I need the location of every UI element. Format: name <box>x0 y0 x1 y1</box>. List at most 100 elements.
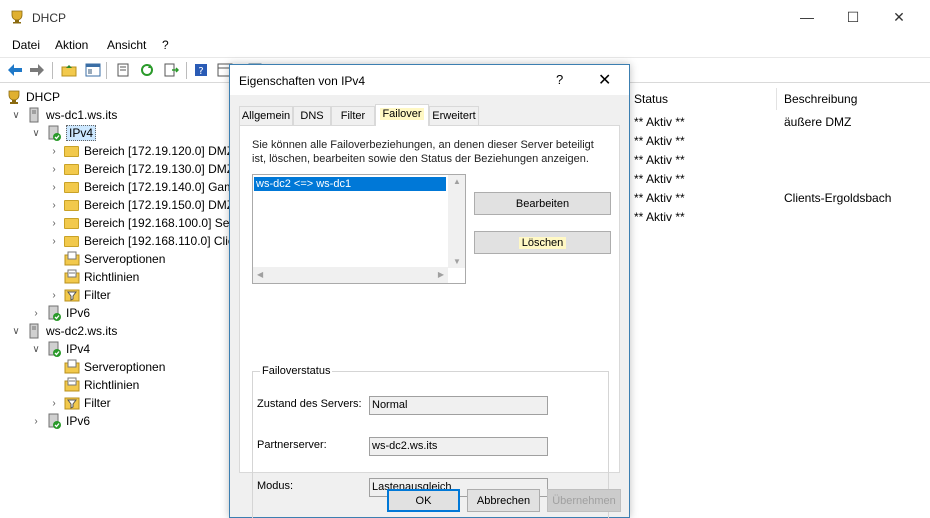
close-window-button[interactable]: ✕ <box>876 0 922 34</box>
tree-ipv4-ws-dc2[interactable]: ∨ IPv4 <box>30 340 90 358</box>
ipv4-status-icon <box>46 125 62 141</box>
partner-server-field: ws-dc2.ws.its <box>369 437 548 456</box>
list-cell-status[interactable]: ** Aktiv ** <box>634 210 685 224</box>
expand-icon[interactable]: › <box>30 416 42 427</box>
expand-icon[interactable]: › <box>48 236 60 247</box>
collapse-icon[interactable]: ∨ <box>30 344 42 355</box>
scroll-right-icon[interactable]: ▶ <box>438 270 444 279</box>
menu-help[interactable]: ? <box>162 38 169 52</box>
tree-label: IPv4 <box>66 342 91 356</box>
ipv4-status-icon <box>46 341 62 357</box>
tab-filter[interactable]: Filter <box>331 106 375 125</box>
collapse-icon[interactable]: ∨ <box>10 326 22 337</box>
tree-root-dhcp[interactable]: DHCP <box>6 88 60 106</box>
policies-icon <box>64 377 80 393</box>
tree-scope-4[interactable]: › Bereich [172.19.150.0] DMZ <box>48 196 234 214</box>
expand-icon[interactable]: › <box>48 164 60 175</box>
ipv6-status-icon <box>46 305 62 321</box>
ok-button[interactable]: OK <box>387 489 460 512</box>
column-header-description[interactable]: Beschreibung <box>784 92 857 106</box>
ipv4-properties-dialog: Eigenschaften von IPv4 ? ✕ Allgemein DNS… <box>229 64 630 518</box>
failover-status-group-label: Failoverstatus <box>260 365 333 377</box>
collapse-icon[interactable]: ∨ <box>10 110 22 121</box>
help-button[interactable]: ? <box>192 61 210 79</box>
tree-scope-3[interactable]: › Bereich [172.19.140.0] Game <box>48 178 241 196</box>
tree-ipv6-ws-dc1[interactable]: › IPv6 <box>30 304 90 322</box>
dialog-close-button[interactable]: ✕ <box>598 70 611 90</box>
console-tree-icon <box>85 63 101 77</box>
menu-datei[interactable]: Datei <box>12 38 40 52</box>
tree-policies-1[interactable]: Richtlinien <box>64 268 139 286</box>
tree-serveroptions-2[interactable]: Serveroptionen <box>64 358 165 376</box>
dialog-help-button[interactable]: ? <box>556 72 563 87</box>
tree-label: Bereich [172.19.140.0] Game <box>84 180 241 194</box>
export-button[interactable] <box>162 61 180 79</box>
column-header-status[interactable]: Status <box>634 92 668 106</box>
tree-serveroptions-1[interactable]: Serveroptionen <box>64 250 165 268</box>
horizontal-scrollbar[interactable]: ◀ ▶ <box>253 267 448 283</box>
tree-label: Richtlinien <box>84 270 140 284</box>
tree-ipv6-ws-dc2[interactable]: › IPv6 <box>30 412 90 430</box>
server-state-label: Zustand des Servers: <box>257 398 362 410</box>
help-icon: ? <box>195 64 207 77</box>
back-button[interactable] <box>6 61 24 79</box>
minimize-button[interactable]: — <box>784 0 830 34</box>
expand-icon[interactable]: › <box>48 290 60 301</box>
properties-button[interactable] <box>114 61 132 79</box>
apply-button[interactable]: Übernehmen <box>547 489 621 512</box>
expand-icon[interactable]: › <box>48 398 60 409</box>
expand-icon[interactable]: › <box>30 308 42 319</box>
tree-label: Bereich [172.19.150.0] DMZ <box>84 198 235 212</box>
tree-policies-2[interactable]: Richtlinien <box>64 376 139 394</box>
tab-failover[interactable]: Failover <box>375 104 429 126</box>
relationship-listbox[interactable]: ws-dc2 <=> ws-dc1 ▲ ▼ ◀ ▶ <box>252 174 466 284</box>
list-cell-status[interactable]: ** Aktiv ** <box>634 191 685 205</box>
collapse-icon[interactable]: ∨ <box>30 128 42 139</box>
cancel-button[interactable]: Abbrechen <box>467 489 540 512</box>
menu-aktion[interactable]: Aktion <box>55 38 88 52</box>
tree-scope-6[interactable]: › Bereich [192.168.110.0] Clie <box>48 232 234 250</box>
tab-allgemein[interactable]: Allgemein <box>239 106 293 125</box>
expand-icon[interactable]: › <box>48 182 60 193</box>
filter-icon <box>64 395 80 411</box>
delete-button[interactable]: Löschen <box>474 231 611 254</box>
ipv6-status-icon <box>46 413 62 429</box>
failover-description: Sie können alle Failoverbeziehungen, an … <box>252 139 594 165</box>
expand-icon[interactable]: › <box>48 200 60 211</box>
tree-filter-2[interactable]: › Filter <box>48 394 110 412</box>
menu-ansicht[interactable]: Ansicht <box>107 38 146 52</box>
tree-server-ws-dc2[interactable]: ∨ ws-dc2.ws.its <box>10 322 117 340</box>
tree-scope-1[interactable]: › Bereich [172.19.120.0] DMZ <box>48 142 234 160</box>
menu-bar: Datei Aktion Ansicht ? <box>0 34 930 56</box>
show-hide-tree-button[interactable] <box>84 61 102 79</box>
forward-button[interactable] <box>28 61 46 79</box>
list-cell-status[interactable]: ** Aktiv ** <box>634 115 685 129</box>
tree-scope-5[interactable]: › Bereich [192.168.100.0] Serv <box>48 214 239 232</box>
tree-server-ws-dc1[interactable]: ∨ ws-dc1.ws.its <box>10 106 117 124</box>
tree-label: Bereich [172.19.120.0] DMZ <box>84 144 235 158</box>
maximize-button[interactable]: ☐ <box>830 0 876 34</box>
folder-icon <box>64 143 80 159</box>
mode-label: Modus: <box>257 480 294 492</box>
forward-arrow-icon <box>30 64 44 76</box>
list-cell-status[interactable]: ** Aktiv ** <box>634 134 685 148</box>
scroll-up-icon[interactable]: ▲ <box>453 177 461 186</box>
relationship-item[interactable]: ws-dc2 <=> ws-dc1 <box>254 177 446 191</box>
tree-scope-2[interactable]: › Bereich [172.19.130.0] DMZ <box>48 160 234 178</box>
scroll-left-icon[interactable]: ◀ <box>257 270 263 279</box>
window-titlebar: DHCP — ☐ ✕ <box>0 0 930 34</box>
expand-icon[interactable]: › <box>48 146 60 157</box>
refresh-button[interactable] <box>138 61 156 79</box>
edit-button[interactable]: Bearbeiten <box>474 192 611 215</box>
tab-dns[interactable]: DNS <box>293 106 331 125</box>
scroll-down-icon[interactable]: ▼ <box>453 257 461 266</box>
list-cell-status[interactable]: ** Aktiv ** <box>634 153 685 167</box>
folder-icon <box>64 215 80 231</box>
expand-icon[interactable]: › <box>48 218 60 229</box>
up-folder-button[interactable] <box>60 61 78 79</box>
vertical-scrollbar[interactable]: ▲ ▼ <box>448 175 465 268</box>
list-cell-status[interactable]: ** Aktiv ** <box>634 172 685 186</box>
tree-filter-1[interactable]: › Filter <box>48 286 110 304</box>
tab-erweitert[interactable]: Erweitert <box>429 106 479 125</box>
tree-ipv4-ws-dc1[interactable]: ∨ IPv4 <box>30 124 97 142</box>
